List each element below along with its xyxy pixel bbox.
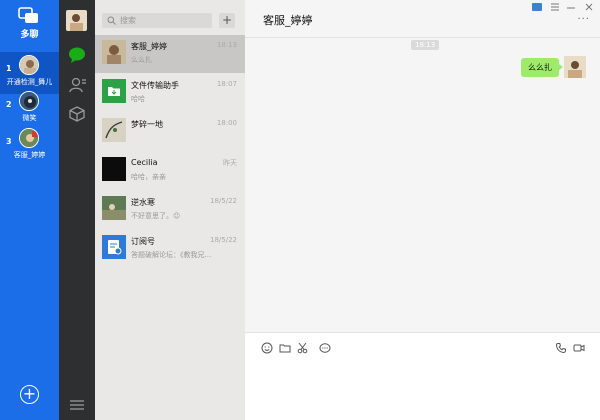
my-avatar[interactable] [66,10,87,31]
conversation-preview: 哈哈 [131,95,145,103]
conversation-name: 梦碎一地 [131,120,163,129]
avatar [19,55,39,75]
search-input[interactable]: 搜索 [102,13,212,28]
conversation-name: 订阅号 [131,237,155,246]
conversation-name: 文件传输助手 [131,81,179,90]
conversation-preview: 答题破解论坛：《教我兄... [131,251,212,259]
account-name: 开通检测_舞儿 [6,78,53,86]
message-composer[interactable] [245,332,600,420]
conversation-time: 昨天 [223,159,237,167]
search-placeholder: 搜索 [120,16,136,25]
account-name: 微笑 [22,114,37,122]
conversation-preview: 哈哈，亲亲 [131,173,166,181]
multi-account-panel: 多聊 1 开通检测_舞儿 2 微笑 3 客服_婷婷 + [0,0,59,420]
file-transfer-icon [102,79,126,103]
conversation-preview: 不好意思了。😉 [131,212,181,220]
account-name: 客服_婷婷 [13,151,46,159]
account-index: 1 [6,64,12,73]
avatar [102,40,126,64]
favorites-icon[interactable] [67,105,87,123]
avatar [102,196,126,220]
conversation-time: 18:07 [216,80,237,88]
chat-icon[interactable] [67,46,87,64]
avatar [19,91,39,111]
emoji-icon[interactable] [261,342,273,354]
conversation-time: 18:13 [216,41,237,49]
message-timestamp: 18:13 [411,40,440,50]
avatar [102,157,126,181]
start-group-chat-button[interactable]: + [219,13,235,28]
conversation-item[interactable]: 梦碎一地 18:00 [95,113,245,151]
conversation-time: 18:00 [216,119,237,127]
folder-icon[interactable] [279,342,291,354]
chat-history-icon[interactable] [319,342,331,354]
chat-header: 客服_婷婷 ··· [245,0,600,38]
conversation-item[interactable]: 客服_婷婷 18:13 么么扎 [95,35,245,73]
subscription-icon [102,235,126,259]
voice-call-icon[interactable] [555,342,567,354]
screenshot-scissors-icon[interactable] [297,342,309,354]
message-bubble-sent[interactable]: 么么扎 [521,58,563,77]
account-item-3[interactable]: 3 客服_婷婷 [0,125,59,167]
chat-panel: 客服_婷婷 ··· 18:13 么么扎 [245,0,600,420]
conversation-item[interactable]: 文件传输助手 18:07 哈哈 [95,74,245,112]
avatar [564,56,586,78]
multi-chat-logo-icon [18,7,38,23]
account-item-2[interactable]: 2 微笑 [0,88,59,130]
video-call-icon[interactable] [573,342,585,354]
conversation-name: Cecilia [131,158,158,167]
conversation-list-panel: 搜索 + 客服_婷婷 18:13 么么扎 文件传输助手 18:07 哈哈 梦碎一… [95,0,245,420]
nav-bar [59,0,95,420]
conversation-name: 逆水寒 [131,198,155,207]
conversation-preview: 么么扎 [131,56,152,64]
conversation-time: 18/5/22 [210,197,237,205]
add-account-button[interactable]: + [20,385,39,404]
avatar [102,118,126,142]
conversation-item[interactable]: 订阅号 18/5/22 答题破解论坛：《教我兄... [95,230,245,268]
conversation-item[interactable]: 逆水寒 18/5/22 不好意思了。😉 [95,191,245,229]
account-index: 3 [6,137,12,146]
search-icon [107,16,116,25]
menu-icon[interactable] [70,400,84,410]
contacts-icon[interactable] [67,76,87,94]
more-options-icon[interactable]: ··· [577,14,590,25]
account-index: 2 [6,100,12,109]
conversation-name: 客服_婷婷 [131,42,167,51]
chat-title: 客服_婷婷 [263,14,313,27]
multi-account-title: 多聊 [20,30,39,40]
conversation-time: 18/5/22 [210,236,237,244]
multi-account-header: 多聊 [0,0,59,46]
conversation-item[interactable]: Cecilia 昨天 哈哈，亲亲 [95,152,245,190]
avatar [19,128,39,148]
